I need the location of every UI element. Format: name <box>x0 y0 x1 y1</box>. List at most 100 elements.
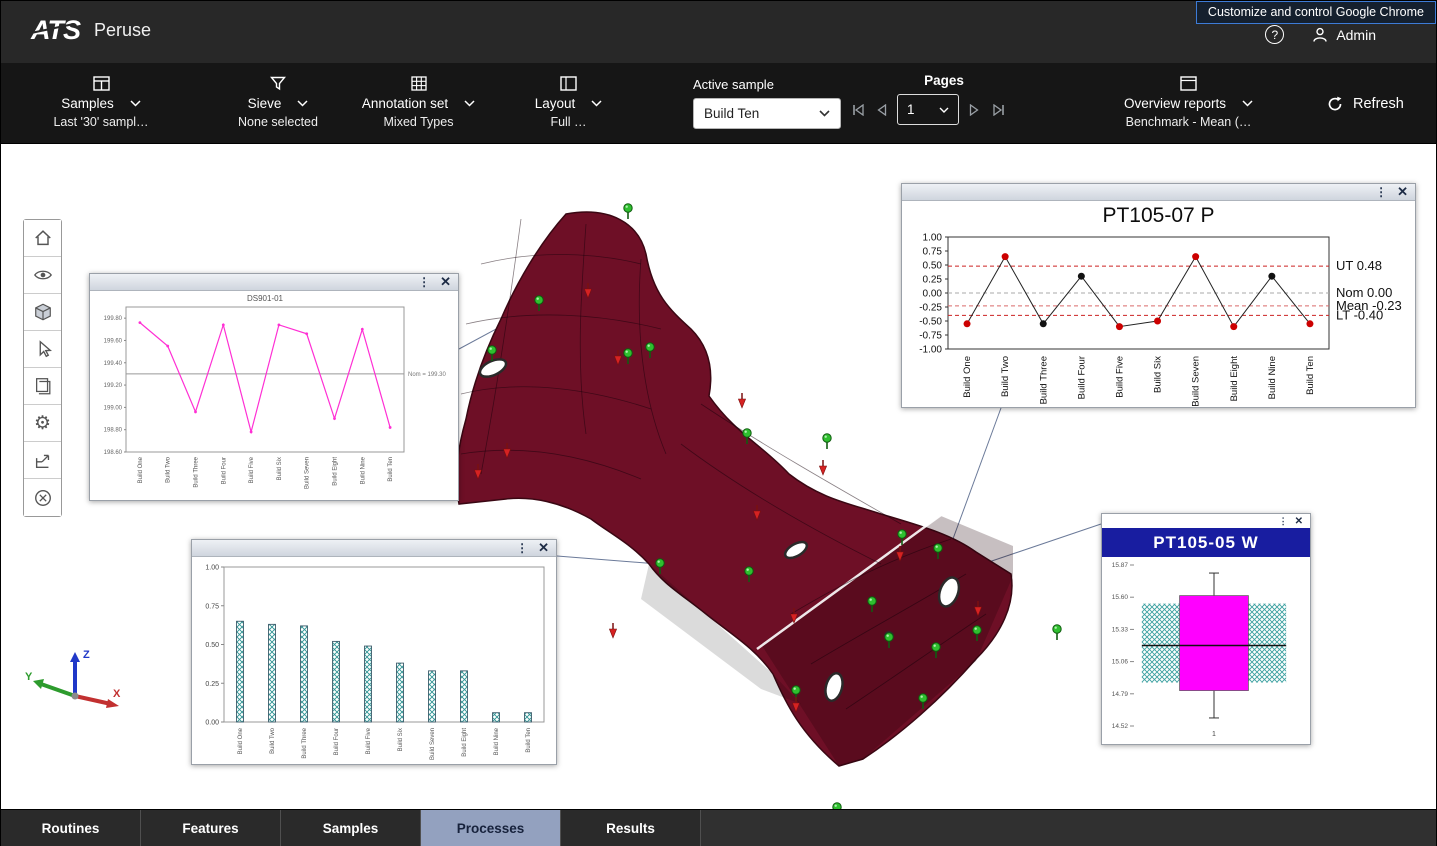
svg-text:15.60: 15.60 <box>1112 594 1129 601</box>
view-tool-rail: ⚙ <box>23 219 62 517</box>
svg-text:Build Nine: Build Nine <box>494 727 500 755</box>
samples-dropdown[interactable]: Samples Last '30' sampl… <box>26 73 176 129</box>
cube-icon <box>33 302 53 322</box>
cursor-icon <box>33 339 53 359</box>
svg-text:Build Eight: Build Eight <box>1229 356 1240 402</box>
svg-text:Build Four: Build Four <box>1076 356 1087 399</box>
svg-text:Build Six: Build Six <box>277 457 283 480</box>
help-button[interactable]: ? <box>1265 25 1284 44</box>
axis-triad: Z X Y <box>23 644 123 710</box>
select-button[interactable] <box>24 331 61 368</box>
svg-text:DS901-01: DS901-01 <box>247 294 284 303</box>
tab-processes[interactable]: Processes <box>421 810 561 846</box>
panel-bar-chart[interactable]: ⋮ ✕ 1.000.750.500.250.00Build OneBuild T… <box>191 539 557 765</box>
app-logo: ATS Peruse <box>31 15 151 46</box>
svg-text:Build Three: Build Three <box>194 456 200 487</box>
panel-menu-icon[interactable]: ⋮ <box>418 275 430 289</box>
svg-text:1.00: 1.00 <box>923 233 943 244</box>
page-value: 1 <box>907 102 915 117</box>
svg-text:15.33: 15.33 <box>1112 626 1129 633</box>
topbar: ATS Peruse Customize and control Google … <box>1 1 1436 63</box>
admin-menu[interactable]: Admin <box>1312 27 1376 43</box>
svg-text:14.79: 14.79 <box>1112 691 1129 698</box>
panel-menu-icon[interactable]: ⋮ <box>1375 185 1387 199</box>
svg-text:Build Five: Build Five <box>249 456 255 483</box>
iso-view-button[interactable] <box>24 294 61 331</box>
sieve-dropdown[interactable]: Sieve None selected <box>214 73 342 129</box>
funnel-icon <box>270 76 286 91</box>
last-page-icon <box>992 104 1005 116</box>
svg-text:-1.00: -1.00 <box>919 345 942 356</box>
annotation-set-dropdown[interactable]: Annotation set Mixed Types <box>356 73 481 129</box>
svg-text:Build Six: Build Six <box>398 728 404 751</box>
home-view-button[interactable] <box>24 220 61 257</box>
svg-text:199.60: 199.60 <box>104 338 123 344</box>
panel-close-icon[interactable]: ✕ <box>538 540 549 556</box>
user-icon <box>1312 27 1328 43</box>
tab-features[interactable]: Features <box>141 810 281 846</box>
svg-text:0.25: 0.25 <box>205 681 219 688</box>
svg-text:15.87: 15.87 <box>1112 562 1129 569</box>
overview-reports-dropdown[interactable]: Overview reports Benchmark - Mean (… <box>1091 73 1286 129</box>
next-page-icon <box>969 104 979 116</box>
report-icon <box>1180 76 1197 91</box>
export-button[interactable] <box>24 442 61 479</box>
panel-close-icon[interactable]: ✕ <box>1295 516 1303 527</box>
settings-button[interactable]: ⚙ <box>24 405 61 442</box>
svg-text:Build Seven: Build Seven <box>1191 356 1202 407</box>
cancel-button[interactable] <box>24 479 61 516</box>
panel-menu-icon[interactable]: ⋮ <box>516 541 528 555</box>
page-select[interactable]: 1 <box>897 94 959 125</box>
svg-text:LT -0.40: LT -0.40 <box>1336 307 1383 322</box>
svg-text:Build Four: Build Four <box>221 457 227 484</box>
tab-samples[interactable]: Samples <box>281 810 421 846</box>
panel-close-icon[interactable]: ✕ <box>1397 184 1408 200</box>
panel-close-icon[interactable]: ✕ <box>440 274 451 290</box>
chevron-down-icon <box>591 100 602 107</box>
layers-icon <box>33 376 53 396</box>
panel-ds901[interactable]: ⋮ ✕ DS901-01199.80199.60199.40199.20199.… <box>89 273 459 501</box>
prev-page-button[interactable] <box>873 101 891 119</box>
tab-routines[interactable]: Routines <box>1 810 141 846</box>
panel-menu-icon[interactable]: ⋮ <box>1279 516 1288 527</box>
panel-pt105-05-header: ⋮ ✕ <box>1102 514 1310 528</box>
ds901-line-chart: DS901-01199.80199.60199.40199.20199.0019… <box>90 291 458 500</box>
refresh-button[interactable]: Refresh <box>1326 95 1404 113</box>
home-icon <box>33 228 53 248</box>
svg-text:0.75: 0.75 <box>205 603 219 610</box>
svg-text:0.50: 0.50 <box>205 642 219 649</box>
next-page-button[interactable] <box>965 101 983 119</box>
layers-button[interactable] <box>24 368 61 405</box>
svg-text:Build Ten: Build Ten <box>1305 356 1316 395</box>
svg-text:Build Two: Build Two <box>270 727 276 754</box>
svg-text:Build One: Build One <box>962 356 973 398</box>
last-page-button[interactable] <box>989 101 1007 119</box>
eye-icon <box>33 265 53 285</box>
overview-reports-subtitle: Benchmark - Mean (… <box>1126 115 1252 129</box>
layout-dropdown[interactable]: Layout Full … <box>521 73 616 129</box>
prev-page-icon <box>877 104 887 116</box>
svg-text:Build Six: Build Six <box>1153 356 1164 393</box>
refresh-icon <box>1326 95 1344 113</box>
svg-text:14.52: 14.52 <box>1112 723 1129 730</box>
3d-viewport[interactable]: ⚙ Z X Y <box>1 144 1436 809</box>
panel-bars-header: ⋮ ✕ <box>192 540 556 557</box>
layout-icon <box>560 76 577 91</box>
chevron-down-icon <box>130 100 141 107</box>
visibility-button[interactable] <box>24 257 61 294</box>
panel-pt105-05[interactable]: ⋮ ✕ PT105-05 W 15.8715.6015.3315.0614.79… <box>1101 513 1311 745</box>
svg-text:198.80: 198.80 <box>104 428 123 434</box>
tab-results[interactable]: Results <box>561 810 701 846</box>
svg-text:199.00: 199.00 <box>104 405 123 411</box>
svg-text:Build Ten: Build Ten <box>526 728 532 753</box>
chevron-down-icon <box>297 100 308 107</box>
chevron-down-icon <box>819 110 830 117</box>
active-sample-select[interactable]: Build Ten <box>693 98 841 129</box>
svg-text:199.20: 199.20 <box>104 383 123 389</box>
panel-pt105-07-header: ⋮ ✕ <box>902 184 1415 201</box>
panel-pt105-07[interactable]: ⋮ ✕ PT105-07 P 1.000.750.500.250.00-0.25… <box>901 183 1416 408</box>
first-page-button[interactable] <box>849 101 867 119</box>
svg-text:Build Ten: Build Ten <box>388 457 394 482</box>
chevron-down-icon <box>1242 100 1253 107</box>
svg-text:Build Eight: Build Eight <box>462 728 468 757</box>
